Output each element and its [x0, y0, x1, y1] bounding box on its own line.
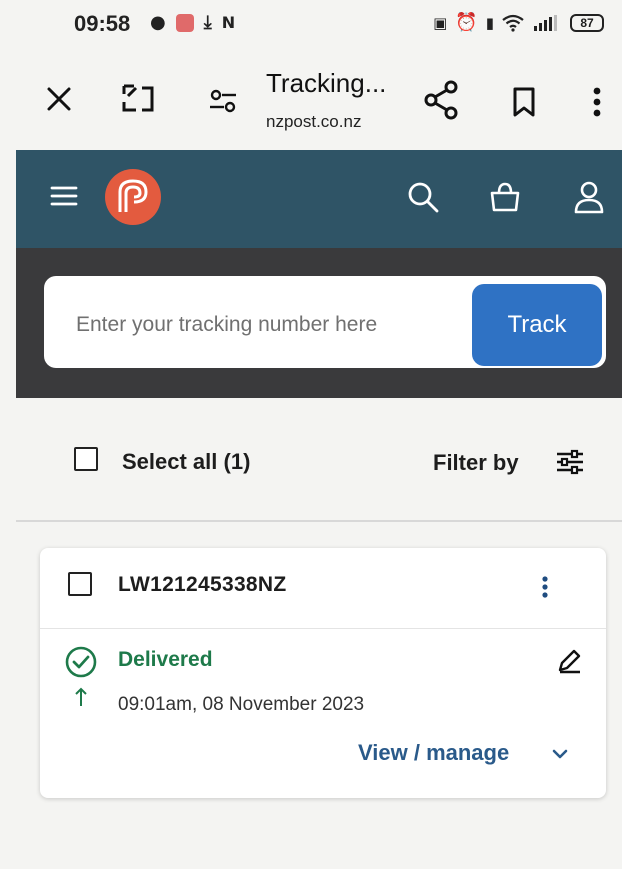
search-icon — [408, 182, 439, 213]
sliders-icon — [210, 89, 236, 113]
app-notification-icon — [175, 13, 194, 32]
page-domain: nzpost.co.nz — [266, 112, 362, 131]
battery-level: 87 — [580, 15, 594, 30]
netflix-notification-icon: N — [221, 13, 236, 32]
status-right-icons: ▣ ⏰ ▮ 87 — [433, 12, 604, 33]
tracking-number: LW121245338NZ — [118, 573, 287, 596]
select-all-label: Select all (1) — [122, 449, 251, 474]
parcel-more-button[interactable] — [536, 572, 554, 602]
minimize-tab-icon — [122, 84, 154, 112]
signal-icon — [534, 14, 557, 31]
edit-button[interactable] — [554, 646, 584, 676]
more-vertical-icon — [542, 576, 548, 598]
status-time: 09:58 — [74, 11, 131, 36]
battery-icon: 87 — [570, 13, 604, 32]
site-search-button[interactable] — [404, 178, 442, 216]
delivery-status: Delivered — [118, 648, 213, 671]
bookmark-icon — [513, 87, 535, 117]
filter-by-button[interactable]: Filter by — [433, 450, 519, 476]
download-icon: ⤓ — [203, 12, 212, 33]
track-button[interactable]: Track — [472, 284, 602, 366]
status-left-icons: ● ⤓ N — [150, 12, 235, 33]
nz-post-logo[interactable] — [104, 168, 162, 226]
page-title: Tracking... — [266, 68, 387, 98]
view-manage-link[interactable]: View / manage — [358, 740, 509, 766]
account-button[interactable] — [570, 178, 608, 216]
vibrate-icon: ▮ — [485, 13, 494, 32]
nfc-icon: ▣ — [433, 13, 448, 32]
status-bar: 09:58 ● ⤓ N ▣ ⏰ ▮ 87 — [0, 0, 622, 48]
chevron-down-icon — [552, 749, 568, 759]
card-separator — [40, 628, 606, 629]
pencil-icon — [558, 649, 581, 674]
shop-button[interactable] — [486, 178, 524, 216]
more-vertical-icon — [593, 87, 601, 117]
check-circle-icon — [65, 646, 97, 678]
chat-notification-icon: ● — [150, 12, 166, 33]
close-icon — [47, 87, 71, 111]
arrow-up-icon — [75, 687, 87, 706]
divider — [16, 520, 622, 522]
close-button[interactable] — [42, 82, 76, 116]
tracking-number-input[interactable] — [74, 300, 468, 350]
share-button[interactable] — [420, 78, 464, 122]
page-settings-button[interactable] — [204, 82, 242, 120]
user-icon — [574, 181, 604, 214]
minimize-tab-button[interactable] — [118, 80, 160, 118]
select-all-checkbox[interactable] — [74, 447, 98, 471]
parcel-checkbox[interactable] — [68, 572, 92, 596]
expand-button[interactable] — [550, 744, 570, 764]
more-options-button[interactable] — [584, 82, 610, 122]
filter-sliders-icon — [557, 449, 583, 475]
share-icon — [424, 80, 458, 120]
filter-button[interactable] — [552, 448, 588, 476]
shopping-basket-icon — [490, 182, 520, 212]
bookmark-button[interactable] — [506, 82, 542, 122]
menu-button[interactable] — [48, 180, 80, 212]
hamburger-menu-icon — [50, 186, 78, 206]
wifi-icon — [502, 14, 524, 32]
nz-post-logo-icon — [105, 169, 161, 225]
delivery-time: 09:01am, 08 November 2023 — [118, 694, 365, 715]
alarm-icon: ⏰ — [455, 12, 478, 33]
